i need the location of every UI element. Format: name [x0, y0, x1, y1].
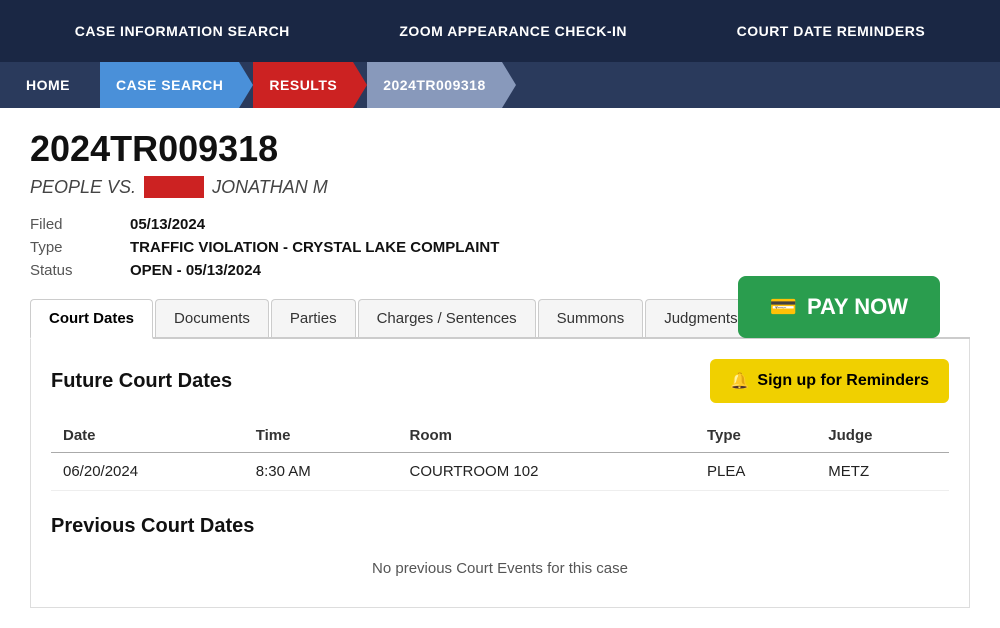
filed-label: Filed: [30, 216, 110, 233]
col-judge: Judge: [816, 419, 949, 453]
previous-court-dates-title: Previous Court Dates: [51, 515, 949, 538]
col-room: Room: [398, 419, 695, 453]
sign-up-reminders-button[interactable]: 🔔 Sign up for Reminders: [710, 359, 950, 403]
pay-now-label: PAY NOW: [807, 294, 908, 320]
tab-court-dates[interactable]: Court Dates: [30, 299, 153, 339]
row-date: 06/20/2024: [51, 453, 244, 491]
tab-parties[interactable]: Parties: [271, 299, 356, 337]
breadcrumb-case-search[interactable]: CASE SEARCH: [100, 62, 239, 108]
bell-icon: 🔔: [730, 371, 750, 391]
no-previous-events-text: No previous Court Events for this case: [51, 550, 949, 587]
type-label: Type: [30, 239, 110, 256]
main-content: 2024TR009318 PEOPLE VS. JONATHAN M 💳 PAY…: [0, 108, 1000, 628]
case-info-grid: Filed 05/13/2024 Type TRAFFIC VIOLATION …: [30, 216, 970, 279]
case-number-title: 2024TR009318: [30, 128, 970, 170]
court-dates-section: Future Court Dates 🔔 Sign up for Reminde…: [30, 339, 970, 608]
redacted-name: [144, 176, 204, 198]
nav-court-date-reminders[interactable]: COURT DATE REMINDERS: [727, 23, 936, 39]
tab-charges-sentences[interactable]: Charges / Sentences: [358, 299, 536, 337]
table-row: 06/20/2024 8:30 AM COURTROOM 102 PLEA ME…: [51, 453, 949, 491]
table-header-row: Date Time Room Type Judge: [51, 419, 949, 453]
reminder-btn-label: Sign up for Reminders: [757, 372, 929, 390]
future-court-dates-title: Future Court Dates: [51, 370, 232, 393]
breadcrumb-case-number[interactable]: 2024TR009318: [367, 62, 502, 108]
row-type: PLEA: [695, 453, 816, 491]
nav-zoom-appearance-check-in[interactable]: ZOOM APPEARANCE CHECK-IN: [389, 23, 637, 39]
breadcrumb-bar: HOME CASE SEARCH RESULTS 2024TR009318: [0, 62, 1000, 108]
col-date: Date: [51, 419, 244, 453]
case-subtitle: PEOPLE VS. JONATHAN M: [30, 176, 970, 198]
col-time: Time: [244, 419, 398, 453]
pay-now-button[interactable]: 💳 PAY NOW: [738, 276, 940, 338]
future-court-dates-header: Future Court Dates 🔔 Sign up for Reminde…: [51, 359, 949, 403]
people-vs-label: PEOPLE VS.: [30, 177, 136, 198]
tab-summons[interactable]: Summons: [538, 299, 644, 337]
breadcrumb-home[interactable]: HOME: [10, 62, 86, 108]
defendant-name: JONATHAN M: [212, 177, 328, 198]
top-navigation: CASE INFORMATION SEARCH ZOOM APPEARANCE …: [0, 0, 1000, 62]
row-time: 8:30 AM: [244, 453, 398, 491]
row-room: COURTROOM 102: [398, 453, 695, 491]
breadcrumb-case-number-label: 2024TR009318: [383, 77, 486, 93]
breadcrumb-home-label: HOME: [26, 77, 70, 93]
breadcrumb-results[interactable]: RESULTS: [253, 62, 353, 108]
breadcrumb-case-search-label: CASE SEARCH: [116, 77, 223, 93]
pay-now-icon: 💳: [770, 294, 797, 320]
status-label: Status: [30, 262, 110, 279]
type-value: TRAFFIC VIOLATION - CRYSTAL LAKE COMPLAI…: [130, 239, 970, 256]
tab-documents[interactable]: Documents: [155, 299, 269, 337]
col-type: Type: [695, 419, 816, 453]
filed-date: 05/13/2024: [130, 216, 970, 233]
nav-case-information-search[interactable]: CASE INFORMATION SEARCH: [65, 23, 300, 39]
future-court-dates-table: Date Time Room Type Judge 06/20/2024 8:3…: [51, 419, 949, 491]
breadcrumb-results-label: RESULTS: [269, 77, 337, 93]
case-info-section: 2024TR009318 PEOPLE VS. JONATHAN M 💳 PAY…: [30, 128, 970, 279]
row-judge: METZ: [816, 453, 949, 491]
